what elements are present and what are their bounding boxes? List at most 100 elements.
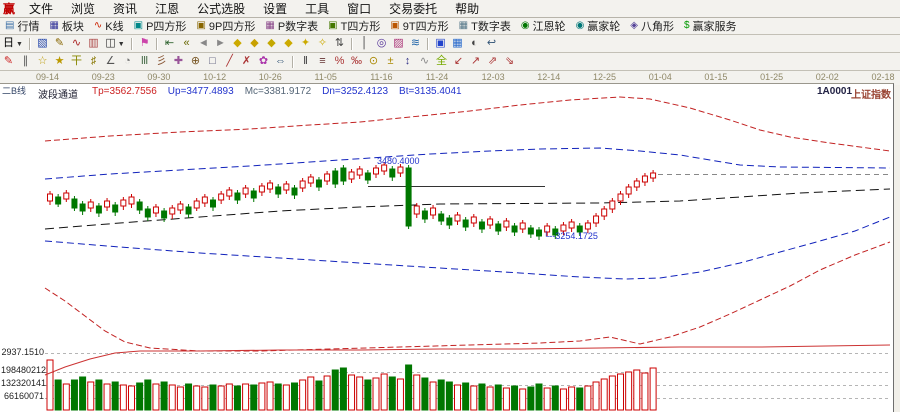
- date-label: 01-04: [649, 72, 672, 82]
- fan-lines-icon[interactable]: 彡: [153, 54, 170, 69]
- menu-item-4[interactable]: 公式选股: [188, 2, 254, 16]
- crosshair-icon[interactable]: │: [356, 36, 373, 51]
- trend-up-icon[interactable]: ⇗: [484, 54, 501, 69]
- date-label: 02-18: [872, 72, 895, 82]
- flag-icon[interactable]: ⚑: [136, 36, 153, 51]
- octagon-button[interactable]: ◈八角形: [626, 19, 678, 33]
- nav-next-icon[interactable]: ►: [212, 36, 229, 51]
- magnifier-icon[interactable]: ◎: [373, 36, 390, 51]
- window-map-icon[interactable]: ▧: [34, 36, 51, 51]
- winner-service-button[interactable]: $赢家服务: [680, 19, 741, 33]
- date-label: 09-30: [147, 72, 170, 82]
- flower-tool-icon[interactable]: ✿: [255, 54, 272, 69]
- bars-tool-icon[interactable]: Ⅲ: [136, 54, 153, 69]
- gold-star-icon[interactable]: ✧: [314, 36, 331, 51]
- menu-item-1[interactable]: 浏览: [62, 2, 104, 16]
- parallel-lines-icon[interactable]: ∥: [17, 54, 34, 69]
- nav-prev-page-icon[interactable]: «: [178, 36, 195, 51]
- price-chart-svg[interactable]: [0, 84, 893, 412]
- menu-item-3[interactable]: 江恩: [146, 2, 188, 16]
- gold-cross-icon[interactable]: ✦: [297, 36, 314, 51]
- t-square-button-icon: ▣: [328, 21, 337, 31]
- slash-tool-icon[interactable]: ╱: [221, 54, 238, 69]
- gold-diamond-down-icon[interactable]: ◆: [246, 36, 263, 51]
- wave-tool-icon[interactable]: ∿: [416, 54, 433, 69]
- nav-first-icon[interactable]: ⇤: [161, 36, 178, 51]
- gold-diamond-right-icon[interactable]: ◆: [280, 36, 297, 51]
- gold-diamond-up-icon[interactable]: ◆: [229, 36, 246, 51]
- menu-item-7[interactable]: 窗口: [338, 2, 380, 16]
- nav-prev-icon[interactable]: ◄: [195, 36, 212, 51]
- octagon-button-icon: ◈: [630, 21, 638, 31]
- kline-button-icon: ∿: [94, 21, 102, 31]
- indicator-param-0: Tp=3562.7556: [92, 86, 157, 97]
- star-solid-icon[interactable]: ★: [51, 54, 68, 69]
- panel-layout-icon[interactable]: ▣: [432, 36, 449, 51]
- high-price-annotation: 3480.4000: [377, 156, 420, 166]
- gold-section-icon[interactable]: ⊙: [365, 54, 382, 69]
- t-square-button-label: T四方形: [341, 18, 381, 34]
- toolbar-separator: [351, 38, 353, 50]
- grid-lines-icon[interactable]: ♯: [85, 54, 102, 69]
- measure-icon[interactable]: ↕: [399, 54, 416, 69]
- wave-count-icon[interactable]: ≋: [407, 36, 424, 51]
- menu-item-8[interactable]: 交易委托: [380, 2, 446, 16]
- kline-button[interactable]: ∿K线: [90, 19, 128, 33]
- erase-tool-icon[interactable]: ✗: [238, 54, 255, 69]
- cross-tool-icon[interactable]: ✚: [170, 54, 187, 69]
- winner-wheel-button[interactable]: ◉赢家轮: [572, 19, 625, 33]
- 9t-square-button[interactable]: ▣9T四方形: [386, 19, 452, 33]
- winner-service-button-label: 赢家服务: [693, 18, 737, 34]
- menu-item-6[interactable]: 工具: [296, 2, 338, 16]
- menu-item-2[interactable]: 资讯: [104, 2, 146, 16]
- p-table-button-icon: ▦: [265, 21, 274, 31]
- period-day-dropdown[interactable]: 日▼: [0, 36, 26, 51]
- gann-wheel-button-icon: ◉: [521, 21, 530, 31]
- arrow-dl-icon[interactable]: ↙: [450, 54, 467, 69]
- angle-tool-icon[interactable]: ∠: [102, 54, 119, 69]
- pause-tool-icon[interactable]: ‖: [297, 54, 314, 69]
- undo-view-icon[interactable]: ↩: [483, 36, 500, 51]
- menu-item-0[interactable]: 文件: [20, 2, 62, 16]
- toolbar-separator: [29, 38, 31, 50]
- volume-axis-label: 66160071: [1, 391, 44, 401]
- volume-axis-label: 132320141: [1, 378, 44, 388]
- p-square-button[interactable]: ▣P四方形: [130, 19, 191, 33]
- gann-wheel-button[interactable]: ◉江恩轮: [517, 19, 570, 33]
- percent-icon[interactable]: %: [331, 54, 348, 69]
- box-tool-icon[interactable]: □: [204, 54, 221, 69]
- snapshot-icon[interactable]: ◐: [466, 36, 483, 51]
- gann-grid-icon[interactable]: 干: [68, 54, 85, 69]
- arrow-ur-icon[interactable]: ↗: [467, 54, 484, 69]
- full-gold-icon[interactable]: 全: [433, 54, 450, 69]
- menu-item-9[interactable]: 帮助: [446, 2, 488, 16]
- pen-tool-icon[interactable]: ✎: [0, 54, 17, 69]
- permille-icon[interactable]: ‰: [348, 54, 365, 69]
- gann-wheel-button-label: 江恩轮: [533, 18, 566, 34]
- chart-area[interactable]: 二B线 波段通道 Tp=3562.7556Up=3477.4893Mc=3381…: [0, 83, 894, 412]
- star-hollow-icon[interactable]: ☆: [34, 54, 51, 69]
- bar-chart-icon[interactable]: ▥: [85, 36, 102, 51]
- trend-down-icon[interactable]: ⇘: [501, 54, 518, 69]
- wave-chart-icon[interactable]: ∿: [68, 36, 85, 51]
- hatch-tool-icon[interactable]: ≡: [314, 54, 331, 69]
- t-table-button[interactable]: ▦T数字表: [455, 19, 515, 33]
- menu-item-5[interactable]: 设置: [254, 2, 296, 16]
- quotes-button[interactable]: ▤行情: [1, 19, 43, 33]
- draw-trend-icon[interactable]: ✎: [51, 36, 68, 51]
- region-stats-icon[interactable]: ▨: [390, 36, 407, 51]
- price-axis-label: 2937.1510: [1, 347, 44, 357]
- gold-minus-icon[interactable]: ±: [382, 54, 399, 69]
- arc-tool-icon[interactable]: ◔: [119, 54, 136, 69]
- gold-diamond-left-icon[interactable]: ◆: [263, 36, 280, 51]
- compress-bars-icon[interactable]: ⇅: [331, 36, 348, 51]
- 9p-square-button[interactable]: ▣9P四方形: [192, 19, 259, 33]
- sectors-button[interactable]: ▦板块: [45, 19, 87, 33]
- grid-layout-icon[interactable]: ▦: [449, 36, 466, 51]
- circle-target-icon[interactable]: ⊕: [187, 54, 204, 69]
- candle-type-icon[interactable]: ◫▼: [102, 36, 128, 51]
- 9p-square-button-label: 9P四方形: [209, 18, 255, 34]
- p-table-button[interactable]: ▦P数字表: [261, 19, 322, 33]
- t-square-button[interactable]: ▣ T四方形: [324, 19, 384, 33]
- swap-tool-icon[interactable]: ⇔: [272, 54, 289, 69]
